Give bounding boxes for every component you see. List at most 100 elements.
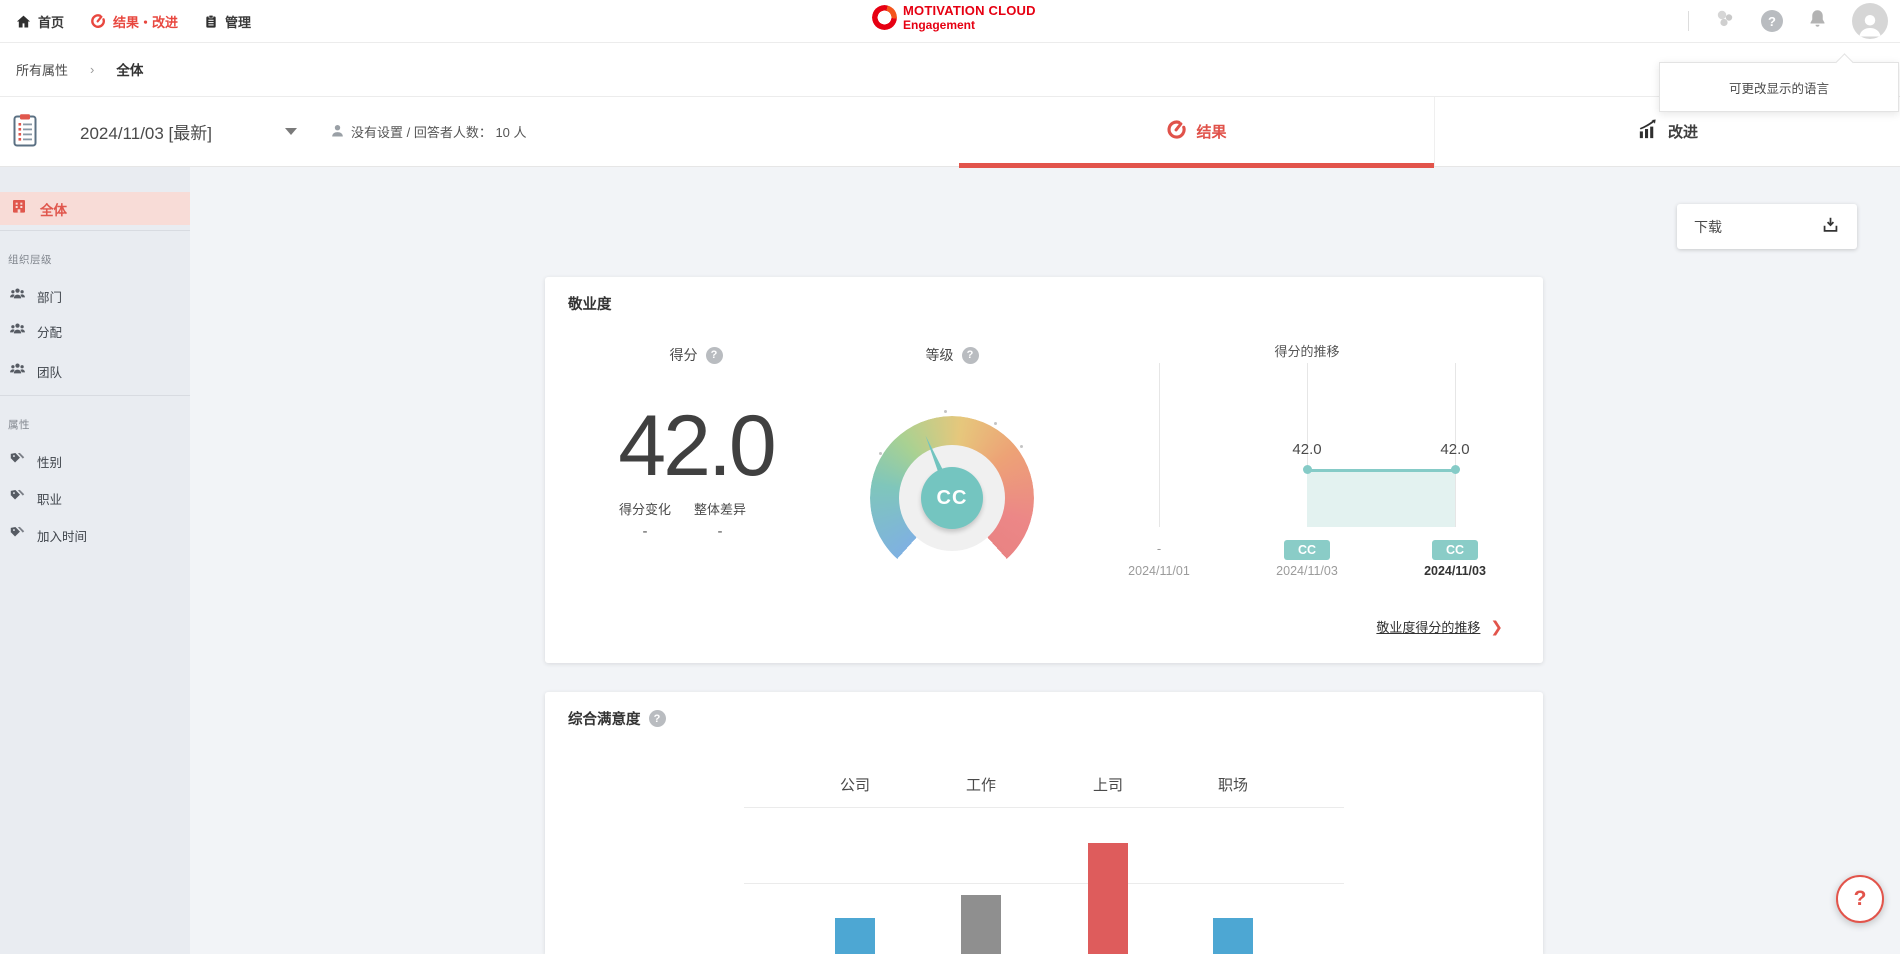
tab-results[interactable]: 结果 [959,97,1434,166]
floating-help-button[interactable]: ? [1836,875,1884,923]
respondents-info: 没有设置 / 回答者人数： 10 人 [330,97,527,166]
engagement-card: 敬业度 得分 ? 42.0 得分变化 整体差异 - - 等级 ? CC 得分的推… [545,277,1543,663]
tags-icon [0,487,26,509]
sidebar-item-label: 分配 [37,322,62,341]
trend-gridline [1159,363,1160,527]
language-tooltip[interactable]: 可更改显示的语言 [1659,62,1899,112]
trend-date-current: 2024/11/03 [1395,564,1515,578]
download-button[interactable]: 下载 [1677,204,1857,249]
chevron-down-icon[interactable] [285,128,297,135]
bell-icon[interactable] [1807,8,1828,34]
gauge-tick [1020,445,1023,448]
card-title-text: 敬业度 [568,293,612,314]
overall-diff-label: 整体差异 [645,499,795,518]
grade-gauge: CC [870,416,1034,580]
trend-grade-empty: - [1129,541,1189,556]
trend-area-fill [1307,470,1455,527]
sidebar-item-label: 性别 [37,452,62,471]
gauge-icon [1166,119,1187,144]
question-icon[interactable]: ? [706,347,723,364]
card-title-text: 综合满意度 [568,708,641,729]
motivation-cloud-logo: MOTIVATION CLOUD Engagement [872,4,1036,31]
trend-grade-chip: CC [1284,540,1330,560]
sidebar-item-label: 职业 [37,489,62,508]
sidebar-item-join-date[interactable]: 加入时间 [0,517,190,553]
nav-item-label: 首页 [38,12,64,31]
sidebar-item-occupation[interactable]: 职业 [0,480,190,516]
trend-date: 2024/11/03 [1247,564,1367,578]
top-nav-left: 首页 结果・改进 管理 [16,0,251,42]
sidebar-section-attributes: 属性 [8,417,30,432]
bar-category: 公司 [795,774,915,795]
grade-label: 等级 [926,345,954,365]
nav-item-results-improve[interactable]: 结果・改进 [90,12,178,31]
sidebar-item-assignment[interactable]: 分配 [0,313,190,349]
logo-subtitle: Engagement [903,19,1036,31]
tab-label: 结果 [1196,121,1226,142]
apps-icon[interactable] [1713,7,1737,36]
sidebar-section-org: 组织层级 [8,252,52,267]
engagement-score: 42.0 [545,399,847,494]
link-label: 敬业度得分的推移 [1376,617,1480,636]
person-icon [330,123,345,141]
nav-item-home[interactable]: 首页 [16,12,64,31]
score-label-row: 得分 ? [545,345,847,365]
tags-icon [0,524,26,546]
chart-gridline [744,883,1344,884]
bar-company [835,918,875,954]
trend-value: 42.0 [1257,441,1357,458]
sidebar-divider [0,395,190,396]
satisfaction-card-title: 综合满意度 ? [568,708,666,729]
survey-date-selector[interactable]: 2024/11/03 [最新] [80,97,212,166]
building-icon [0,198,27,219]
help-icon[interactable]: ? [1761,10,1783,32]
breadcrumb: 所有属性 › 全体 [0,42,1900,97]
download-icon [1821,215,1840,239]
nav-item-label: 结果・改进 [113,12,178,31]
question-icon[interactable]: ? [649,710,666,727]
trend-point [1303,465,1312,474]
sidebar-item-label: 全体 [40,199,67,219]
chart-increase-icon [1636,118,1659,145]
sidebar-item-team[interactable]: 团队 [0,353,190,389]
chart-gridline [744,807,1344,808]
gauge-tick [879,452,882,455]
trend-line [1307,469,1455,472]
sidebar-item-department[interactable]: 部门 [0,278,190,314]
bar-work [961,895,1001,954]
people-group-icon [0,285,26,307]
people-group-icon [0,320,26,342]
nav-divider [1688,11,1689,31]
engagement-trend-link[interactable]: 敬业度得分的推移 ❯ [1376,617,1503,636]
score-label: 得分 [670,345,698,365]
avatar[interactable] [1852,3,1888,39]
sidebar-item-gender[interactable]: 性别 [0,443,190,479]
bar-category: 工作 [921,774,1041,795]
nav-item-admin[interactable]: 管理 [204,12,251,31]
gauge-tick [994,422,997,425]
sidebar-item-label: 团队 [37,362,62,381]
bar-category: 职场 [1173,774,1293,795]
toolbar: 2024/11/03 [最新] 没有设置 / 回答者人数： 10 人 结果 改进 [0,97,1900,167]
engagement-card-title: 敬业度 [568,293,612,314]
trend-date: 2024/11/01 [1099,564,1219,578]
sidebar: 全体 组织层级 部门 分配 团队 属性 性别 职业 加入时间 [0,166,190,954]
bar-boss [1088,843,1128,954]
bar-workplace [1213,918,1253,954]
language-tooltip-text: 可更改显示的语言 [1729,78,1829,97]
sidebar-item-overall[interactable]: 全体 [0,192,190,225]
download-label: 下载 [1694,217,1722,237]
people-group-icon [0,360,26,382]
chevron-right-icon: › [90,62,94,77]
active-tab-underline [959,163,1434,168]
top-nav-right: ? [1688,0,1888,42]
trend-grade-chip: CC [1432,540,1478,560]
top-nav: 首页 结果・改进 管理 MOTIVATION CLOUD Engagement … [0,0,1900,43]
tags-icon [0,450,26,472]
chevron-right-icon: ❯ [1490,618,1503,636]
respondents-text: 没有设置 / 回答者人数： 10 人 [351,122,527,141]
bar-category: 上司 [1048,774,1168,795]
breadcrumb-root[interactable]: 所有属性 [16,60,68,79]
question-icon[interactable]: ? [962,347,979,364]
logo-donut-icon [872,5,897,30]
